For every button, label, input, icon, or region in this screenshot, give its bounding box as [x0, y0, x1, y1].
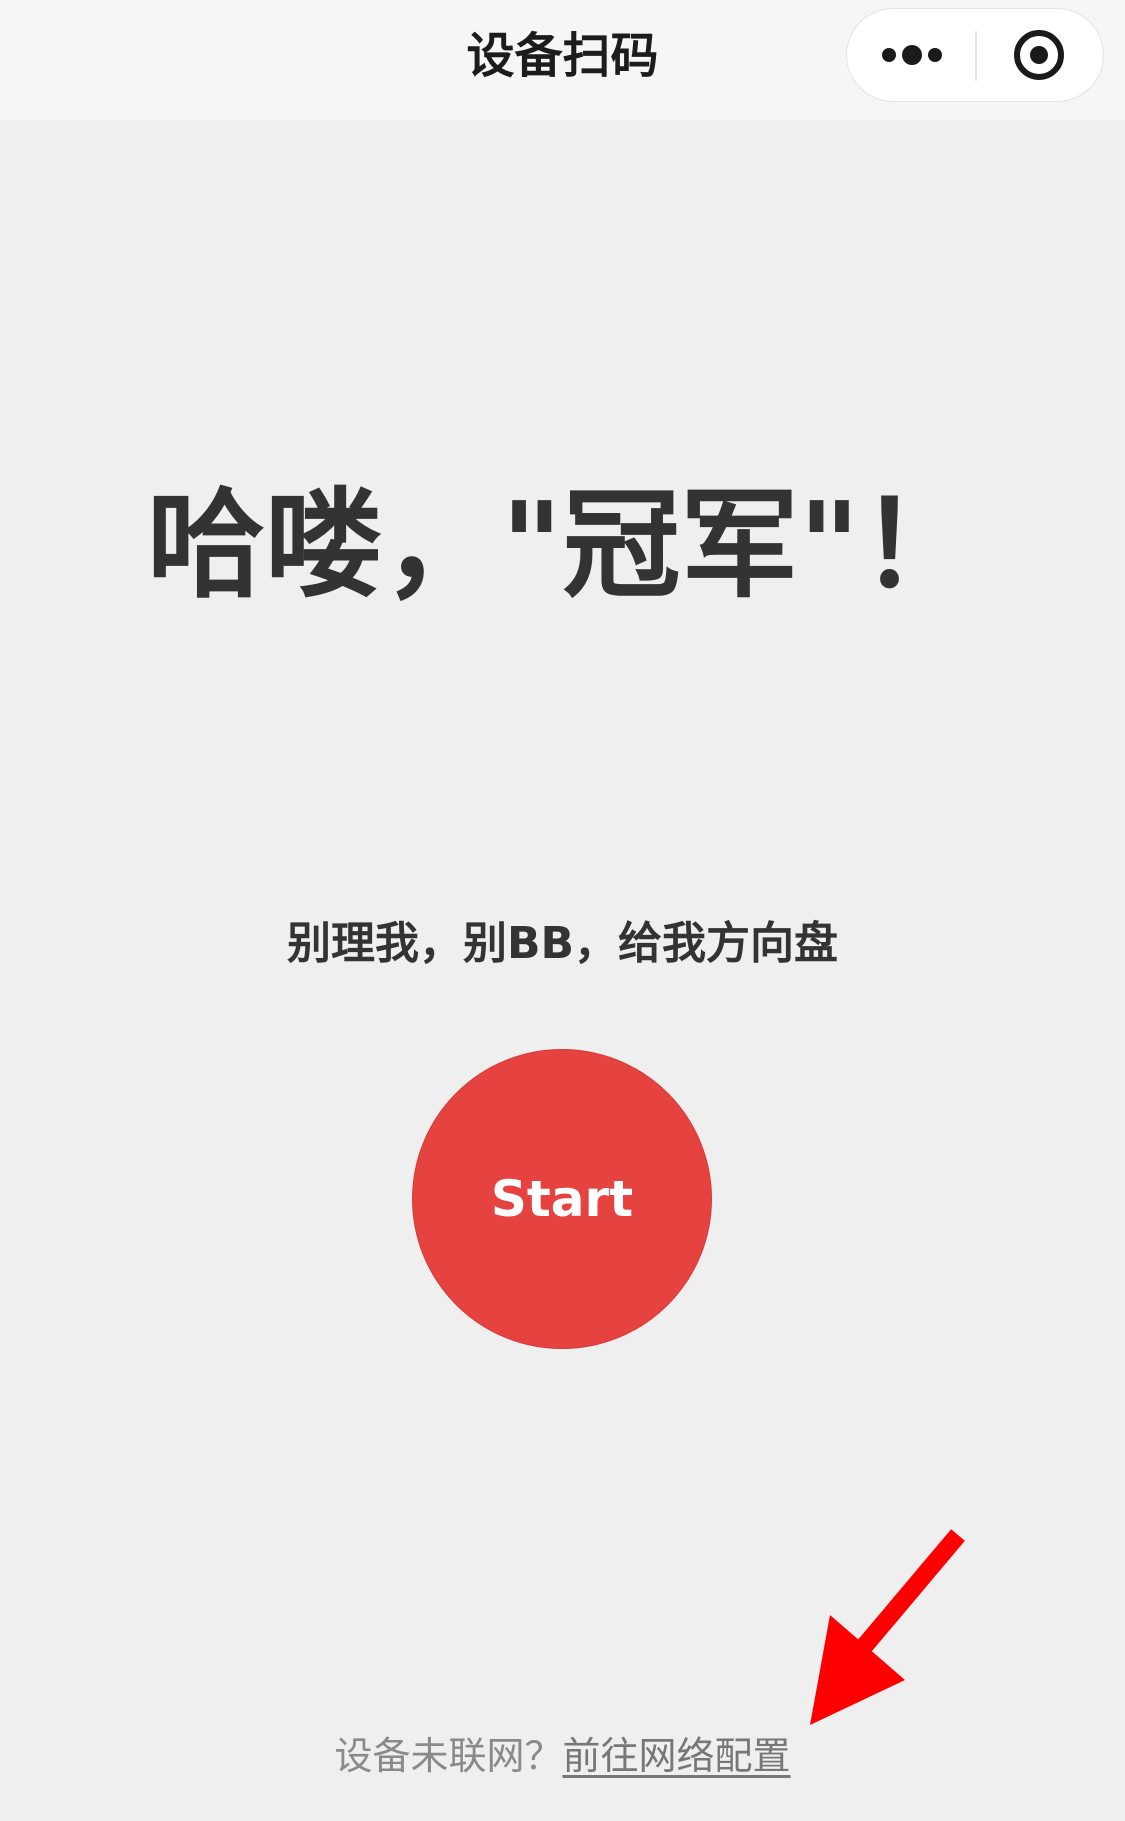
start-button[interactable]: Start: [412, 1049, 712, 1349]
network-footer: 设备未联网？前往网络配置: [0, 1728, 1125, 1784]
more-dots-icon: [882, 45, 942, 65]
subtitle-text: 别理我，别BB，给我方向盘: [286, 918, 839, 969]
start-button-label: Start: [490, 1170, 634, 1228]
page: 设备扫码 哈喽，"冠军"！ 别理我，别BB，给我方向盘 Start 设备未联网？…: [0, 0, 1125, 1821]
footer-prompt: 设备未联网？: [334, 1734, 563, 1778]
network-config-link[interactable]: 前往网络配置: [563, 1734, 791, 1778]
target-circle-icon: [1014, 30, 1064, 80]
more-button[interactable]: [847, 9, 975, 101]
mini-program-capsule: [846, 8, 1104, 102]
close-button[interactable]: [977, 9, 1103, 101]
red-arrow-pointer: [810, 1529, 965, 1725]
greeting-heading: 哈喽，"冠军"！: [147, 476, 978, 614]
navigation-bar: 设备扫码: [0, 0, 1125, 120]
